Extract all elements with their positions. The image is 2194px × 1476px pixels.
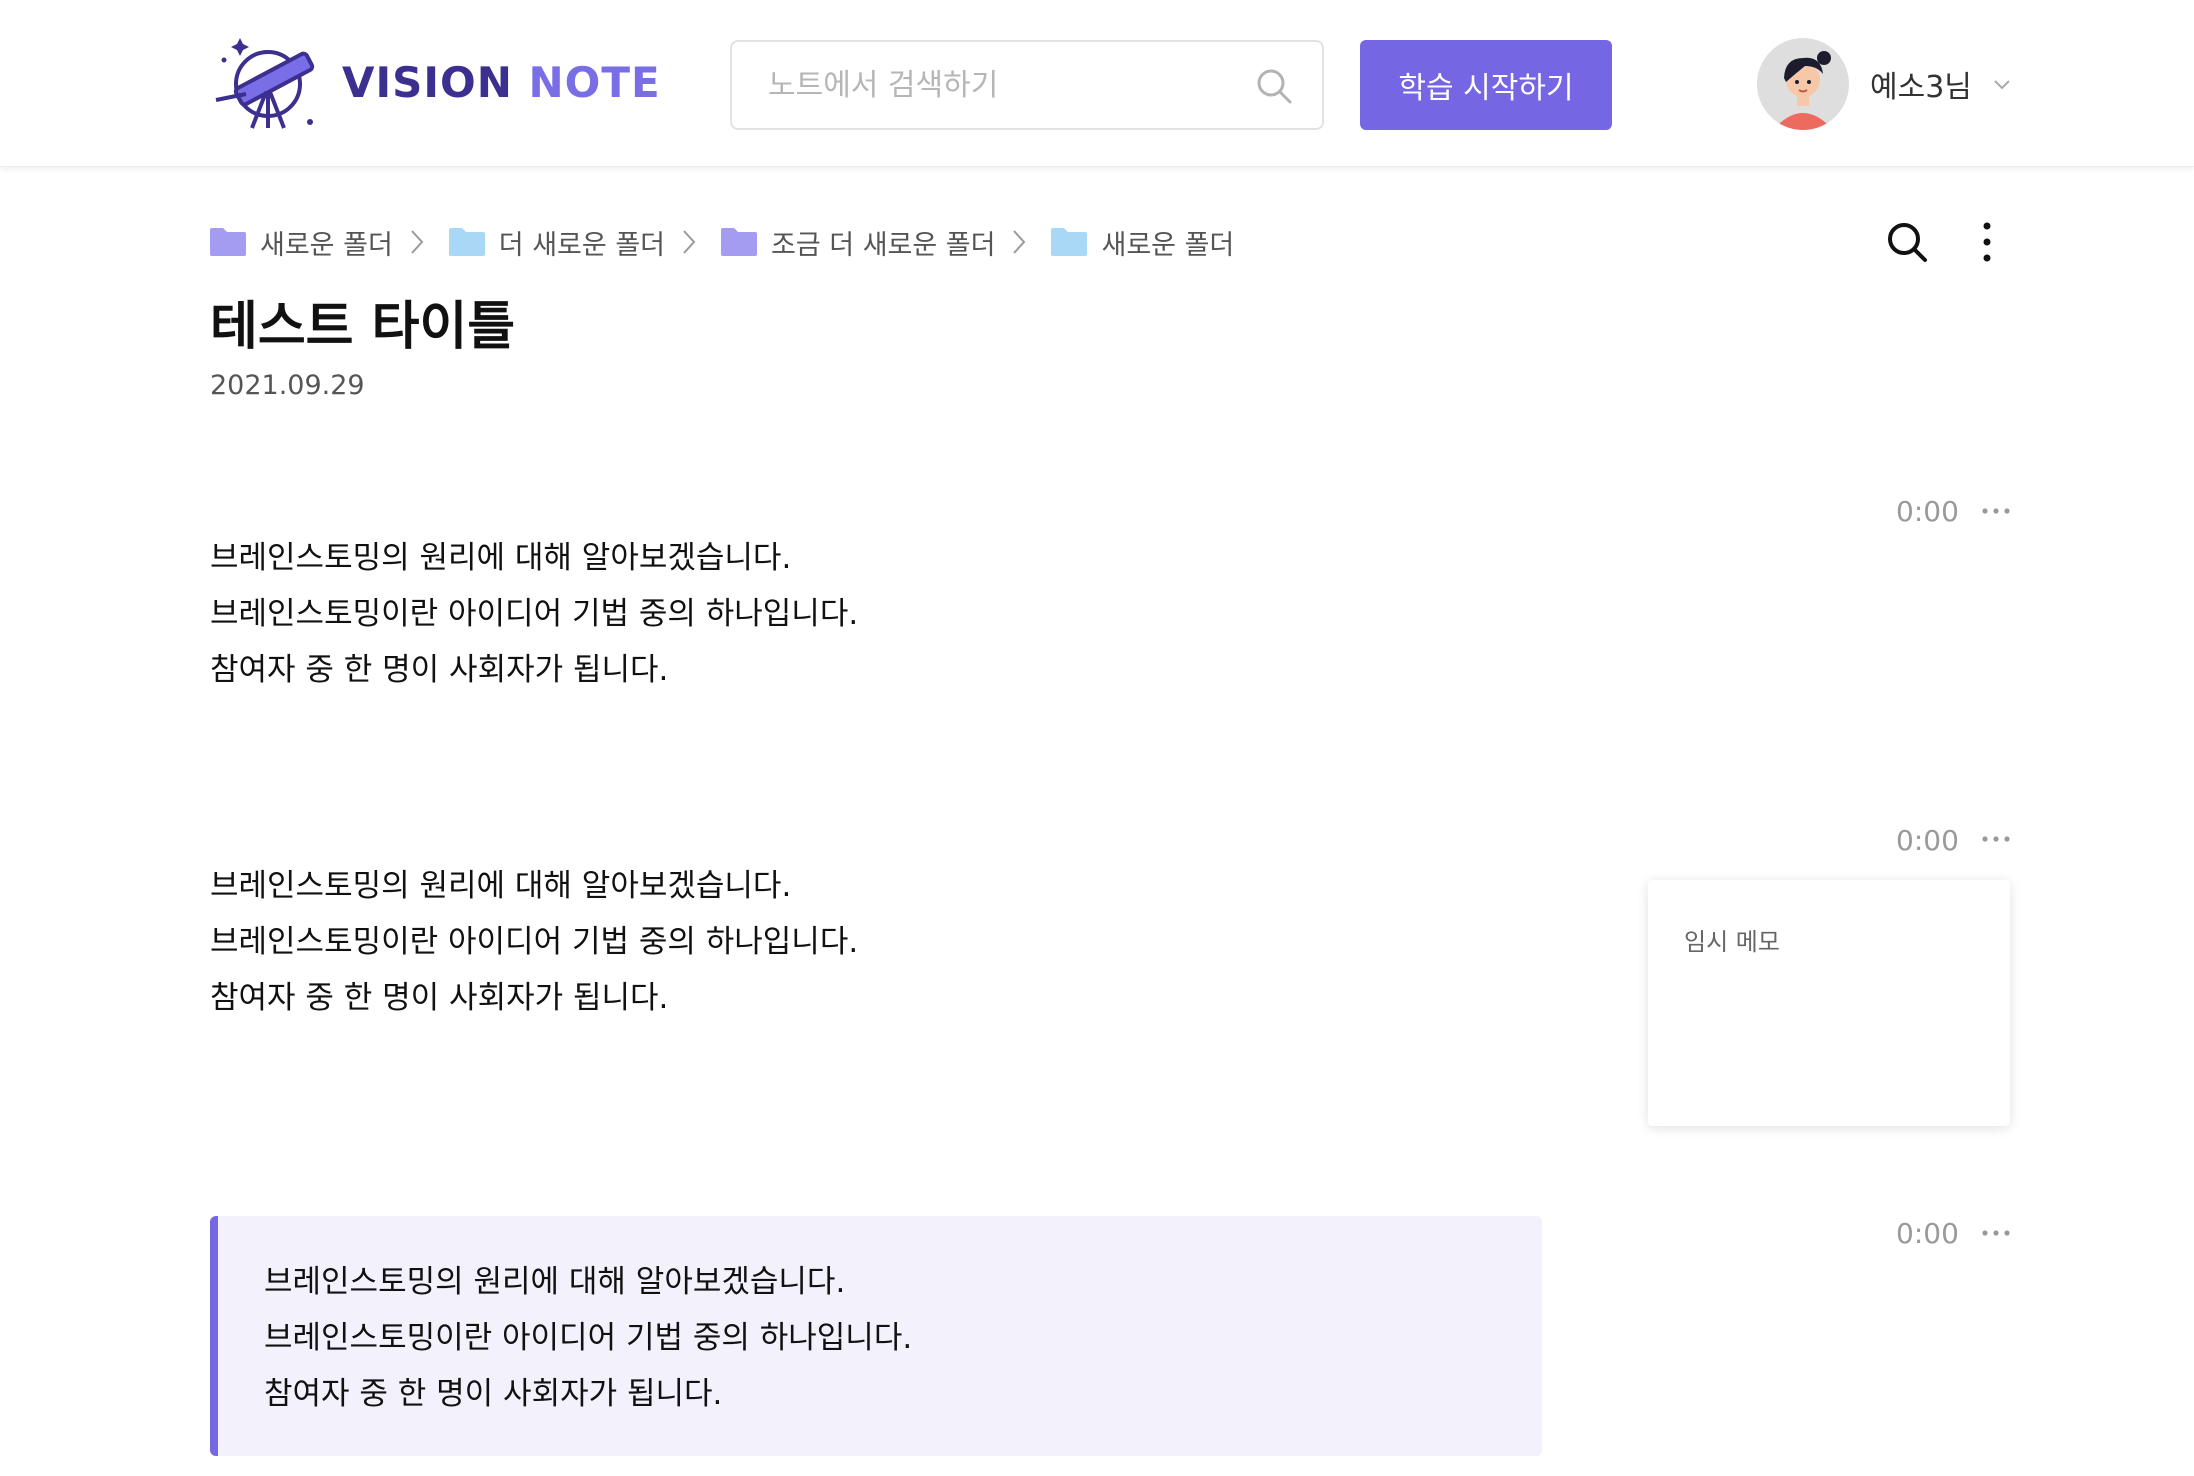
block-timestamp[interactable]: 0:00 xyxy=(1896,1217,1959,1250)
search-input[interactable] xyxy=(732,42,1322,128)
more-vertical-icon[interactable] xyxy=(1975,220,1999,264)
breadcrumb-item[interactable]: 더 새로운 폴더 xyxy=(448,223,721,262)
user-name[interactable]: 예소3님 xyxy=(1870,62,1972,106)
logo-word-note: NOTE xyxy=(528,57,661,107)
breadcrumb-item[interactable]: 새로운 폴더 xyxy=(210,223,449,262)
note-line: 참여자 중 한 명이 사회자가 됩니다. xyxy=(264,1376,723,1412)
note-line: 브레인스토밍의 원리에 대해 알아보겠습니다. xyxy=(210,540,792,576)
note-block[interactable]: 브레인스토밍의 원리에 대해 알아보겠습니다. 브레인스토밍이란 아이디어 기법… xyxy=(210,530,858,698)
folder-icon xyxy=(1051,228,1088,256)
note-date: 2021.09.29 xyxy=(210,370,365,401)
note-line: 참여자 중 한 명이 사회자가 됩니다. xyxy=(210,652,669,688)
chevron-right-icon xyxy=(411,230,424,254)
telescope-logo-icon xyxy=(215,38,315,129)
block-timestamp[interactable]: 0:00 xyxy=(1896,824,1959,857)
start-learning-button[interactable]: 학습 시작하기 xyxy=(1360,40,1612,130)
note-line: 참여자 중 한 명이 사회자가 됩니다. xyxy=(210,980,669,1016)
user-avatar-icon xyxy=(1757,38,1849,130)
breadcrumb-item[interactable]: 조금 더 새로운 폴더 xyxy=(721,223,1051,262)
note-line: 브레인스토밍의 원리에 대해 알아보겠습니다. xyxy=(210,868,792,904)
highlighted-note-block[interactable]: 브레인스토밍의 원리에 대해 알아보겠습니다. 브레인스토밍이란 아이디어 기법… xyxy=(210,1216,1542,1456)
block-timestamp[interactable]: 0:00 xyxy=(1896,495,1959,528)
search-box[interactable] xyxy=(730,40,1324,130)
note-line: 브레인스토밍이란 아이디어 기법 중의 하나입니다. xyxy=(210,596,859,632)
avatar[interactable] xyxy=(1757,38,1849,130)
folder-icon xyxy=(721,228,758,256)
logo-word-vision: VISION xyxy=(342,57,513,107)
temporary-memo[interactable]: 임시 메모 xyxy=(1648,880,2010,1126)
chevron-right-icon xyxy=(1013,230,1026,254)
note-line: 브레인스토밍이란 아이디어 기법 중의 하나입니다. xyxy=(210,924,859,960)
breadcrumb: 새로운 폴더 더 새로운 폴더 조금 더 새로운 폴더 새로운 폴더 xyxy=(210,222,1234,262)
chevron-right-icon xyxy=(683,230,696,254)
breadcrumb-item[interactable]: 새로운 폴더 xyxy=(1051,223,1234,262)
note-line: 브레인스토밍의 원리에 대해 알아보겠습니다. xyxy=(264,1264,846,1300)
top-header: VISION NOTE 학습 시작하기 예소3님 xyxy=(0,0,2194,167)
more-horizontal-icon[interactable] xyxy=(1980,1223,2012,1243)
folder-icon xyxy=(448,228,485,256)
note-line: 브레인스토밍이란 아이디어 기법 중의 하나입니다. xyxy=(264,1320,913,1356)
memo-text: 임시 메모 xyxy=(1684,928,1780,956)
more-horizontal-icon[interactable] xyxy=(1980,501,2012,521)
note-block[interactable]: 브레인스토밍의 원리에 대해 알아보겠습니다. 브레인스토밍이란 아이디어 기법… xyxy=(210,858,858,1026)
note-search-icon[interactable] xyxy=(1885,220,1929,264)
search-icon[interactable] xyxy=(1254,66,1294,106)
chevron-down-icon[interactable] xyxy=(1990,72,2014,96)
logo[interactable]: VISION NOTE xyxy=(210,30,661,134)
folder-icon xyxy=(210,228,246,256)
more-horizontal-icon[interactable] xyxy=(1980,829,2012,849)
page-title: 테스트 타이틀 xyxy=(210,297,516,357)
